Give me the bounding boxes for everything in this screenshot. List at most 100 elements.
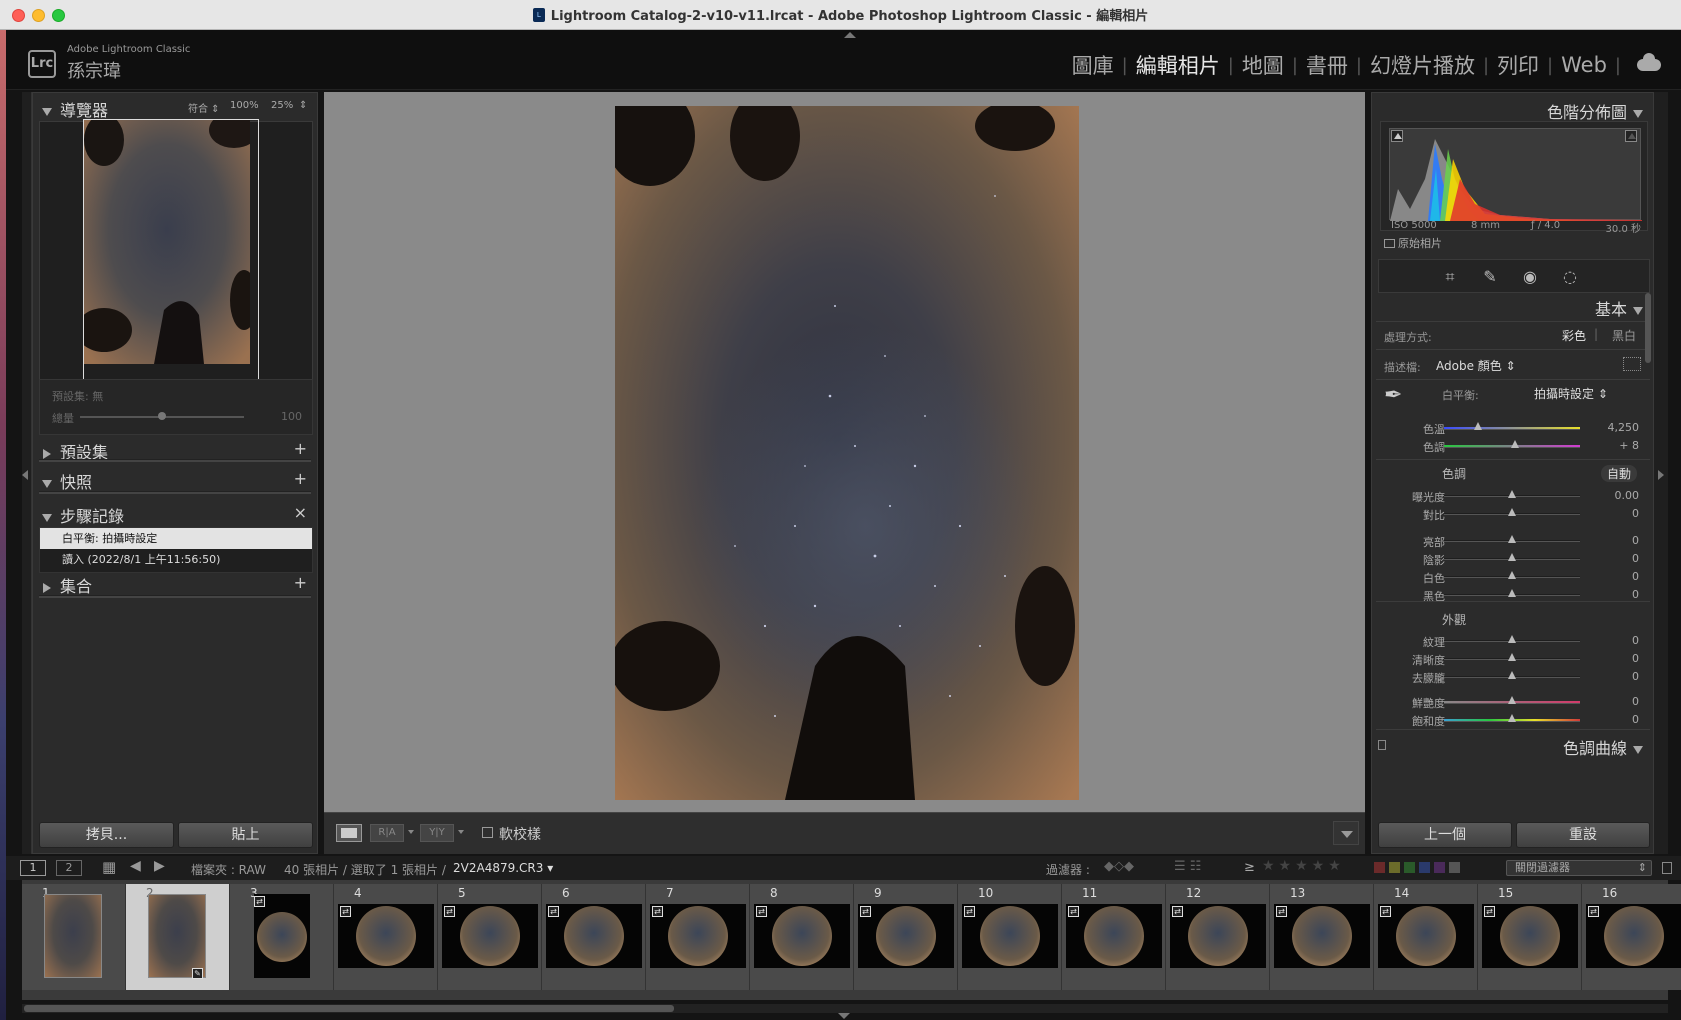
clear-history-icon[interactable]: × (294, 503, 307, 522)
module-develop[interactable]: 編輯相片 (1136, 50, 1220, 80)
filmstrip-cell[interactable]: 16 ⇄ (1582, 884, 1681, 990)
shadows-slider-knob[interactable] (1508, 553, 1516, 561)
main-window-button[interactable]: 1 (20, 860, 46, 876)
before-after-dropdown-icon[interactable] (408, 830, 414, 834)
exposure-slider[interactable] (1444, 490, 1580, 498)
original-photo-checkbox[interactable] (1384, 239, 1395, 248)
contrast-slider[interactable] (1444, 508, 1580, 516)
highlights-value[interactable]: 0 (1599, 534, 1639, 547)
whites-value[interactable]: 0 (1599, 570, 1639, 583)
vibrance-slider-knob[interactable] (1508, 696, 1516, 704)
swap-dropdown-icon[interactable] (458, 830, 464, 834)
history-item[interactable]: 讀入 (2022/8/1 上午11:56:50) (40, 549, 312, 570)
filmstrip-thumbnail[interactable] (962, 904, 1058, 968)
filmstrip-cell[interactable]: 7 ⇄ (646, 884, 750, 990)
grid-view-icon[interactable]: ▦ (102, 858, 116, 876)
healing-tool-icon[interactable]: ✎ (1481, 268, 1499, 286)
crop-tool-icon[interactable]: ⌗ (1441, 268, 1459, 286)
forward-arrow-icon[interactable]: ▶ (154, 858, 165, 874)
second-window-button[interactable]: 2 (56, 860, 82, 876)
filmstrip-cell[interactable]: 4 ⇄ (334, 884, 438, 990)
filmstrip-thumbnail[interactable] (442, 904, 538, 968)
blacks-value[interactable]: 0 (1599, 588, 1639, 601)
contrast-value[interactable]: 0 (1599, 507, 1639, 520)
filmstrip-cell[interactable]: 2 ✎ (126, 884, 230, 990)
add-preset-icon[interactable]: + (294, 439, 307, 458)
clarity-slider[interactable] (1444, 653, 1580, 661)
filter-preset-select[interactable]: 關閉過濾器 ⇕ (1506, 860, 1652, 876)
copy-settings-button[interactable]: 拷貝... (39, 822, 174, 848)
temp-slider-knob[interactable] (1474, 422, 1482, 430)
filmstrip-cell[interactable]: 8 ⇄ (750, 884, 854, 990)
filmstrip-thumbnail[interactable] (650, 904, 746, 968)
add-snapshot-icon[interactable]: + (294, 469, 307, 488)
filmstrip-cell[interactable]: 6 ⇄ (542, 884, 646, 990)
filmstrip-scrollbar[interactable] (22, 1004, 1668, 1013)
module-library[interactable]: 圖庫 (1072, 50, 1114, 80)
temp-slider[interactable] (1444, 422, 1580, 430)
dehaze-slider[interactable] (1444, 671, 1580, 679)
back-arrow-icon[interactable]: ◀ (130, 858, 141, 874)
collapse-triangle-icon[interactable] (1633, 306, 1643, 315)
tone-curve-header[interactable]: 色調曲線 (1372, 735, 1653, 761)
expand-triangle-icon[interactable] (43, 582, 51, 593)
histogram-graph[interactable] (1389, 128, 1642, 221)
filter-lock-icon[interactable] (1662, 862, 1672, 874)
texture-slider[interactable] (1444, 635, 1580, 643)
saturation-slider[interactable] (1444, 714, 1580, 722)
whites-slider[interactable] (1444, 571, 1580, 579)
navigator-thumbnail[interactable] (83, 119, 259, 381)
amount-slider-knob[interactable] (158, 412, 166, 420)
white-balance-eyedropper-icon[interactable]: ✒ (1384, 383, 1402, 408)
main-photo[interactable] (615, 106, 1079, 800)
shadows-value[interactable]: 0 (1599, 552, 1639, 565)
shadows-slider[interactable] (1444, 553, 1580, 561)
shadow-clipping-icon[interactable] (1391, 130, 1403, 142)
blacks-slider-knob[interactable] (1508, 589, 1516, 597)
zoom-100-option[interactable]: 100% (230, 100, 259, 111)
dehaze-slider-knob[interactable] (1508, 671, 1516, 679)
auto-tone-button[interactable]: 自動 (1600, 465, 1637, 482)
highlights-slider[interactable] (1444, 535, 1580, 543)
collapse-triangle-icon[interactable] (1633, 109, 1643, 118)
vibrance-value[interactable]: 0 (1599, 695, 1639, 708)
add-collection-icon[interactable]: + (294, 573, 307, 592)
flag-filter-icons[interactable]: ◆◇◆ (1104, 859, 1134, 874)
filmstrip-cell[interactable]: 10 ⇄ (958, 884, 1062, 990)
rating-gte[interactable]: ≥ (1244, 860, 1255, 875)
zoom-25-option[interactable]: 25% (271, 100, 293, 111)
wb-value[interactable]: 拍攝時設定 ⇕ (1534, 385, 1608, 402)
treatment-bw[interactable]: 黑白 (1612, 327, 1636, 344)
top-panel-toggle-icon[interactable] (844, 32, 856, 38)
module-map[interactable]: 地圖 (1242, 50, 1284, 80)
filmstrip-thumbnail[interactable] (148, 894, 206, 978)
copy-settings-before-after-button[interactable]: Y|Y (420, 824, 454, 842)
tint-value[interactable]: + 8 (1599, 439, 1639, 452)
before-after-button[interactable]: R|A (370, 824, 404, 842)
filmstrip-thumbnail[interactable] (754, 904, 850, 968)
collapse-triangle-icon[interactable] (42, 513, 52, 522)
whites-slider-knob[interactable] (1508, 571, 1516, 579)
right-panel-toggle-icon[interactable] (1658, 470, 1664, 480)
filmstrip-thumbnail[interactable] (858, 904, 954, 968)
close-window-button[interactable] (12, 9, 25, 22)
collapse-triangle-icon[interactable] (1633, 745, 1643, 754)
filmstrip-cell[interactable]: 1 (22, 884, 126, 990)
contrast-slider-knob[interactable] (1508, 508, 1516, 516)
right-panel-edge[interactable] (1654, 92, 1668, 854)
rating-stars[interactable]: ★★★★★ (1262, 858, 1345, 874)
temp-value[interactable]: 4,250 (1599, 421, 1640, 434)
source-folder[interactable]: 檔案夾 : RAW (191, 861, 266, 878)
filmstrip-cell[interactable]: 11 ⇄ (1062, 884, 1166, 990)
expand-triangle-icon[interactable] (43, 448, 51, 459)
highlight-clipping-icon[interactable] (1625, 130, 1637, 142)
filmstrip-cell[interactable]: 12 ⇄ (1166, 884, 1270, 990)
loupe-view-button[interactable] (336, 824, 362, 842)
paste-settings-button[interactable]: 貼上 (178, 822, 313, 848)
blacks-slider[interactable] (1444, 589, 1580, 597)
collapse-triangle-icon[interactable] (42, 479, 52, 488)
filmstrip-scroll-thumb[interactable] (24, 1005, 674, 1012)
treatment-color[interactable]: 彩色 (1562, 327, 1586, 344)
right-panel-scrollbar[interactable] (1645, 293, 1651, 363)
masking-tool-icon[interactable]: ◌ (1561, 268, 1579, 286)
